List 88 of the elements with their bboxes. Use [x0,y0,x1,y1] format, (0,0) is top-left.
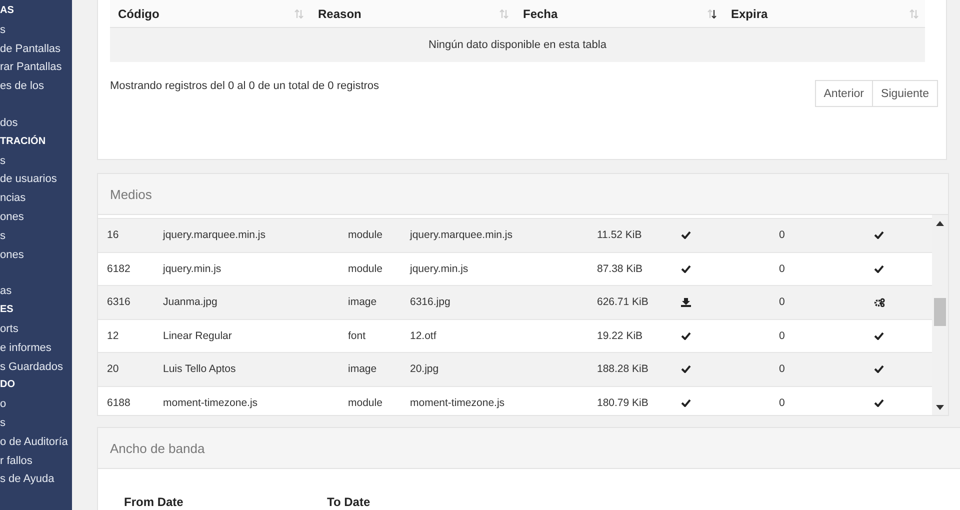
sidebar-item[interactable]: ones [0,246,72,264]
table-cell: 6188 [107,396,130,409]
sidebar-item[interactable]: e informes [0,338,72,358]
sidebar-item[interactable]: s [0,226,72,246]
check-icon [681,365,691,374]
table-cell: 87.38 KiB [597,262,643,275]
sidebar-item[interactable]: de Pantallas [0,40,72,58]
check-icon [874,264,884,273]
panel-title: Ancho de banda [110,440,205,456]
table-cell: 626.71 KiB [597,296,648,308]
table-cell: jquery.marquee.min.js [410,229,513,242]
check-icon [874,365,884,374]
table-cell: jquery.min.js [163,262,222,275]
sidebar-item[interactable]: dos [0,114,72,133]
table-cell: 16 [107,229,119,242]
sidebar-item[interactable]: as [0,282,72,302]
sidebar-item[interactable]: o de Auditoría [0,432,72,452]
pagination-button[interactable]: Siguiente [872,80,938,107]
column-header[interactable]: Código [110,0,310,27]
column-header[interactable]: Fecha [515,0,723,27]
table-cell: jquery.min.js [410,262,468,275]
scrollbar-thumb[interactable] [934,298,946,326]
table-cell: 19.22 KiB [597,330,643,342]
empty-table-message: Ningún dato disponible en esta tabla [110,28,925,62]
sidebar-item[interactable]: es de los [0,77,72,96]
table-cell: image [348,363,377,376]
scroll-down-icon[interactable] [936,405,944,411]
table-cell: Juanma.jpg [163,296,218,308]
sidebar-item[interactable]: s [0,152,72,170]
table-info: Mostrando registros del 0 al 0 de un total de 0 registros [110,80,380,94]
column-header[interactable]: Reason [310,0,515,27]
field-label: From Date [124,495,184,509]
table-cell: 11.52 KiB [597,229,642,242]
check-icon [681,398,691,407]
gears-icon[interactable] [874,298,885,307]
scroll-up-icon[interactable] [936,220,944,226]
table-cell: module [348,229,382,242]
sidebar-item[interactable]: s [0,414,72,433]
panel-title: Medios [110,186,152,202]
sidebar-heading: AS [0,4,15,18]
sidebar-item[interactable]: rar Pantallas [0,58,72,78]
table-cell: 180.79 KiB [597,396,648,409]
table-cell: 20 [107,363,119,376]
table-cell: Luis Tello Aptos [163,363,236,376]
sidebar-item[interactable]: orts [0,320,72,339]
table-cell: image [348,296,377,308]
sidebar-heading: ES [0,303,14,318]
pagination-button[interactable]: Anterior [814,80,874,107]
column-header[interactable]: Expira [723,0,925,27]
table-cell: 0 [779,363,785,376]
sidebar-item[interactable]: s [0,20,72,40]
check-icon [874,231,884,240]
sidebar-item[interactable]: ones [0,208,72,227]
table-cell: font [348,330,366,342]
check-icon [681,264,691,273]
table-cell: 0 [779,262,785,275]
scrollbar[interactable] [932,215,948,415]
download-icon[interactable] [681,298,691,307]
sidebar-heading: DO [0,378,16,392]
sidebar-heading: TRACIÓN [0,134,47,149]
table-cell: 6316 [107,296,130,308]
table-cell: 20.jpg [410,363,439,376]
sidebar-item[interactable]: o [0,395,72,414]
table-cell: 0 [779,396,785,409]
sidebar-item[interactable]: s Guardados [0,358,72,376]
table-cell: Linear Regular [163,330,232,342]
sidebar-item[interactable]: de usuarios [0,170,72,190]
table-cell: moment-timezone.js [410,396,505,409]
table-cell: module [348,262,382,275]
table-cell: 188.28 KiB [597,363,648,376]
table-cell: module [348,396,382,409]
sidebar-item[interactable]: ncias [0,189,72,208]
table-cell: 0 [779,229,785,242]
sidebar-item[interactable]: s de Ayuda [0,470,72,490]
sidebar-item[interactable]: r fallos [0,452,72,470]
field-label: To Date [327,495,372,509]
table-cell: 0 [779,330,785,342]
check-icon [874,398,884,407]
check-icon [681,231,691,240]
table-cell: 6182 [107,262,130,275]
table-cell: jquery.marquee.min.js [163,229,266,242]
table-cell: 12.otf [410,330,436,342]
table-cell: 6316.jpg [410,296,450,308]
table-cell: moment-timezone.js [163,396,258,409]
check-icon [874,332,884,340]
table-cell: 0 [779,296,785,308]
check-icon [681,332,691,340]
table-cell: 12 [107,330,119,342]
